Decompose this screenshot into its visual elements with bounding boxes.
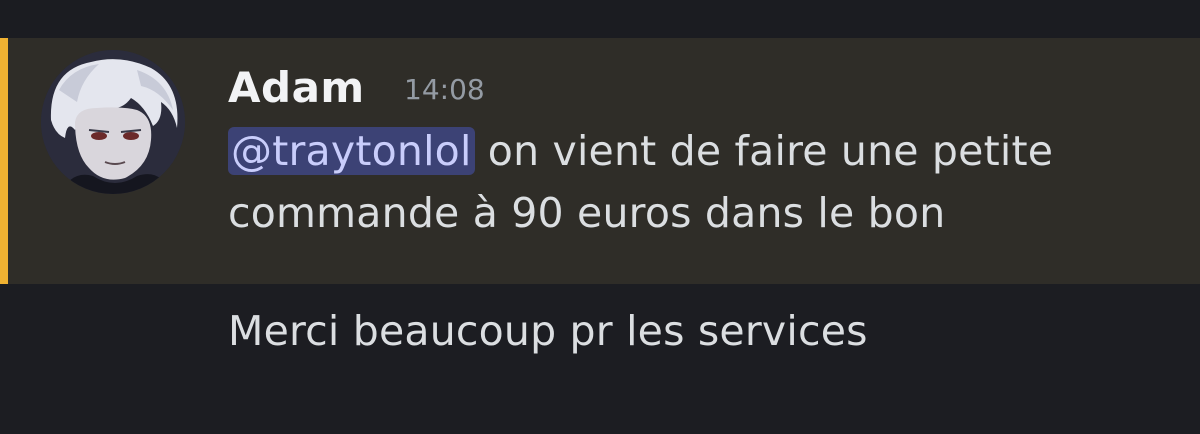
chat-top-strip xyxy=(0,0,1200,38)
user-mention[interactable]: @traytonlol xyxy=(228,127,475,175)
message-line-1-text: on vient de faire une petite xyxy=(474,127,1054,175)
followup-message-content: Merci beaucoup pr les services xyxy=(228,307,868,355)
message-author-name[interactable]: Adam xyxy=(228,62,365,114)
user-avatar-icon[interactable] xyxy=(41,50,185,194)
mention-indicator-bar xyxy=(0,38,8,284)
message-content: @traytonlol on vient de faire une petite… xyxy=(228,120,1188,244)
message-line-2: commande à 90 euros dans le bon xyxy=(228,189,946,237)
message-line-1: @traytonlol on vient de faire une petite xyxy=(228,120,1188,182)
message-timestamp: 14:08 xyxy=(404,73,485,106)
